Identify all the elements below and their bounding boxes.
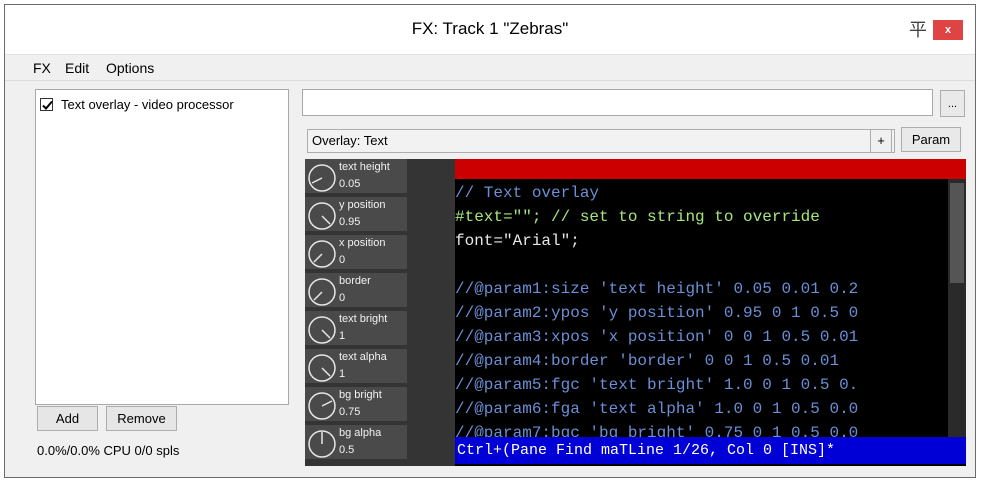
- knob-text-height[interactable]: text height 0.05: [305, 159, 407, 195]
- title-bar[interactable]: FX: Track 1 "Zebras" 平 x: [5, 5, 975, 55]
- fx-path-input[interactable]: [302, 89, 933, 116]
- knob-value: 0.5: [339, 444, 355, 456]
- close-button[interactable]: x: [933, 20, 963, 40]
- knob-label: x position: [339, 237, 386, 249]
- knob-x-position[interactable]: x position 0: [305, 235, 407, 271]
- fx-list-item[interactable]: Text overlay - video processor: [40, 94, 234, 114]
- menu-fx[interactable]: FX: [33, 60, 51, 76]
- knob-dial-icon: [308, 354, 336, 382]
- fx-item-label: Text overlay - video processor: [61, 96, 234, 112]
- knob-label: bg bright: [339, 389, 382, 401]
- knob-label: text height: [339, 161, 390, 173]
- knob-label: border: [339, 275, 371, 287]
- knob-value: 0.95: [339, 216, 361, 228]
- editor-status-bar: Ctrl+(Pane Find maTLine 1/26, Col 0 [INS…: [455, 437, 966, 464]
- fx-enable-checkbox[interactable]: [40, 97, 53, 111]
- code-line: //@param4:border 'border' 0 0 1 0.5 0.01: [455, 352, 840, 370]
- preset-select[interactable]: Overlay: Text ∨: [307, 129, 895, 153]
- error-bar: [455, 159, 966, 179]
- menu-options[interactable]: Options: [106, 60, 154, 76]
- divider: [5, 80, 975, 81]
- preset-select-value: Overlay: Text: [312, 133, 388, 148]
- knob-bg-bright[interactable]: bg bright 0.75: [305, 387, 407, 423]
- menu-bar: FX Edit Options: [5, 56, 975, 80]
- knob-y-position[interactable]: y position 0.95: [305, 197, 407, 233]
- window-title: FX: Track 1 "Zebras": [411, 19, 569, 38]
- param-button[interactable]: Param: [901, 127, 961, 152]
- knob-label: text bright: [339, 313, 388, 325]
- add-button[interactable]: Add: [37, 406, 98, 431]
- add-preset-button[interactable]: +: [870, 129, 892, 153]
- fx-chain-list[interactable]: Text overlay - video processor: [35, 89, 289, 405]
- code-line: font="Arial";: [455, 232, 580, 250]
- knob-label: y position: [339, 199, 386, 211]
- code-line: //@param5:fgc 'text bright' 1.0 0 1 0.5 …: [455, 376, 859, 394]
- code-line: //@param1:size 'text height' 0.05 0.01 0…: [455, 280, 859, 298]
- knob-text-bright[interactable]: text bright 1: [305, 311, 407, 347]
- knob-dial-icon: [308, 240, 336, 268]
- knob-value: 0: [339, 292, 346, 304]
- code-scrollbar[interactable]: [948, 179, 966, 437]
- code-line: //@param3:xpos 'x position' 0 0 1 0.5 0.…: [455, 328, 859, 346]
- knob-label: bg alpha: [339, 427, 382, 439]
- knob-dial-icon: [308, 430, 336, 458]
- knob-panel: text height 0.05 y position 0.95 x posit…: [305, 159, 455, 466]
- code-lines[interactable]: // Text overlay #text=""; // set to stri…: [455, 181, 945, 445]
- code-line: //@param6:fga 'text alpha' 1.0 0 1 0.5 0…: [455, 400, 859, 418]
- knob-dial-icon: [308, 392, 336, 420]
- remove-button[interactable]: Remove: [106, 406, 177, 431]
- knob-value: 0.75: [339, 406, 361, 418]
- knob-value: 0: [339, 254, 346, 266]
- knob-label: text alpha: [339, 351, 387, 363]
- fx-window: FX: Track 1 "Zebras" 平 x FX Edit Options…: [4, 4, 976, 478]
- knob-dial-icon: [308, 316, 336, 344]
- cpu-status: 0.0%/0.0% CPU 0/0 spls: [37, 443, 180, 458]
- code-editor[interactable]: // Text overlay #text=""; // set to stri…: [455, 159, 966, 466]
- menu-edit[interactable]: Edit: [65, 60, 89, 76]
- pin-icon[interactable]: 平: [907, 19, 929, 41]
- code-line: // Text overlay: [455, 184, 600, 202]
- code-line: #text=""; // set to string to override: [455, 208, 820, 226]
- scrollbar-thumb[interactable]: [950, 183, 964, 283]
- browse-button[interactable]: ...: [940, 90, 965, 117]
- code-line: //@param2:ypos 'y position' 0.95 0 1 0.5…: [455, 304, 859, 322]
- knob-border[interactable]: border 0: [305, 273, 407, 309]
- knob-bg-alpha[interactable]: bg alpha 0.5: [305, 425, 407, 461]
- knob-value: 1: [339, 330, 346, 342]
- knob-dial-icon: [308, 202, 336, 230]
- knob-value: 1: [339, 368, 346, 380]
- knob-dial-icon: [308, 278, 336, 306]
- knob-dial-icon: [308, 164, 336, 192]
- knob-value: 0.05: [339, 178, 361, 190]
- knob-text-alpha[interactable]: text alpha 1: [305, 349, 407, 385]
- check-icon: [42, 100, 53, 110]
